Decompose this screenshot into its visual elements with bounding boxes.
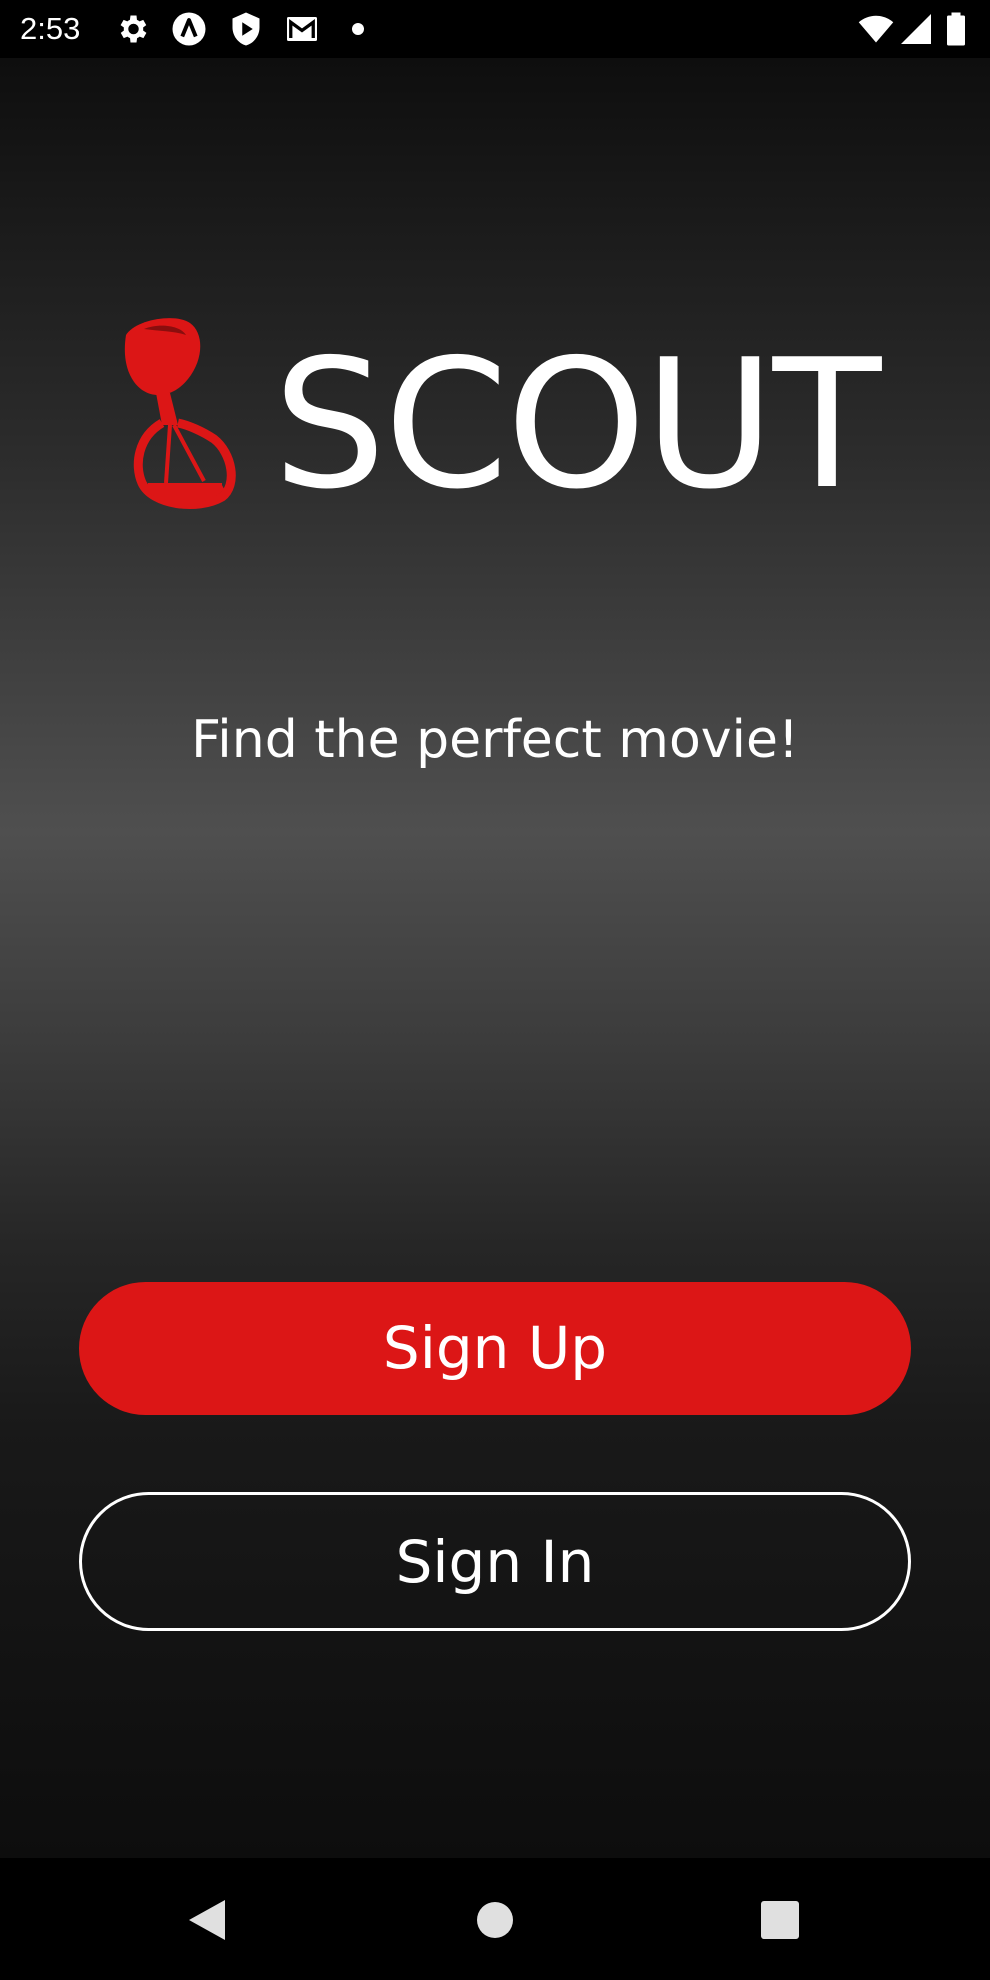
wifi-icon [858, 15, 894, 43]
home-icon [477, 1902, 513, 1938]
hourglass-logo-icon [124, 318, 236, 509]
sign-up-button[interactable]: Sign Up [79, 1282, 911, 1415]
welcome-screen: SCOUT Find the perfect movie! Sign Up Si… [0, 58, 990, 1858]
navigation-bar [0, 1858, 990, 1980]
scout-logo: SCOUT [118, 313, 881, 573]
recents-button[interactable] [740, 1880, 820, 1960]
home-button[interactable] [455, 1880, 535, 1960]
status-bar: 2:53 [0, 0, 990, 58]
back-button[interactable] [167, 1880, 247, 1960]
logo-wordmark: SCOUT [273, 321, 881, 528]
shield-play-icon [232, 12, 260, 46]
dot-icon [352, 23, 364, 35]
gmail-icon [287, 17, 317, 41]
signal-icon [901, 14, 931, 44]
status-time: 2:53 [20, 11, 81, 46]
battery-icon [947, 12, 965, 46]
tagline: Find the perfect movie! [191, 710, 799, 770]
gear-icon [120, 15, 147, 43]
back-icon [189, 1900, 225, 1940]
sign-in-button[interactable]: Sign In [79, 1492, 911, 1631]
recents-icon [761, 1901, 799, 1939]
app-a-icon [172, 12, 206, 46]
